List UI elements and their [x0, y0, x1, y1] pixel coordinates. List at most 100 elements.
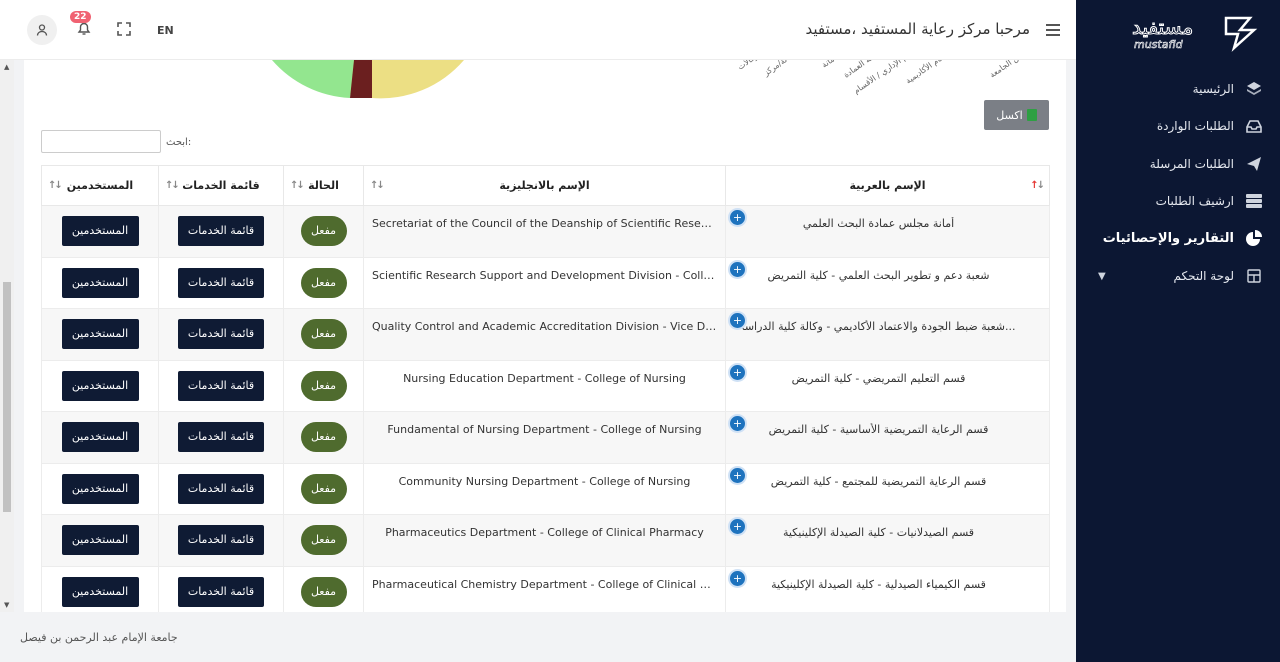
services-list-button[interactable]: قائمة الخدمات: [178, 576, 264, 607]
units-table: ↑↓ المستخدمين ↑↓ قائمة الخدمات ↑↓ الحالة ↑↓…: [41, 165, 1050, 612]
svg-text:مجلس الجامعة: مجلس الجامعة: [988, 60, 1034, 80]
sidebar-item-dashboard[interactable]: ▼ لوحة التحكم: [1076, 258, 1280, 296]
notification-badge: 22: [70, 11, 91, 23]
top-header: مرحبا مركز رعاية المستفيد ،مستفيد EN 22: [0, 0, 1076, 60]
user-avatar-button[interactable]: [27, 15, 57, 45]
expand-row-icon[interactable]: +: [730, 467, 745, 483]
sort-icon: ↑↓: [165, 180, 180, 191]
status-badge: مفعل: [300, 370, 347, 401]
column-header-status[interactable]: ↑↓ الحالة: [283, 165, 364, 206]
dashboard-icon: [1244, 266, 1264, 286]
expand-row-icon[interactable]: +: [730, 519, 745, 534]
users-button[interactable]: المستخدمين: [61, 525, 139, 556]
arabic-name-cell: قسم التعليم التمريضي - كلية التمريض: [791, 371, 966, 385]
scroll-down-icon[interactable]: ▼: [4, 601, 9, 609]
arabic-name-cell: قسم الصيدلانيات - كلية الصيدلة الإكلينيك…: [782, 526, 975, 540]
table-row: المستخدمين قائمة الخدمات مفعل Pharmaceut…: [41, 565, 1050, 612]
mustafid-logo[interactable]: مستفيد mustafid: [1130, 10, 1260, 54]
users-button[interactable]: المستخدمين: [61, 319, 139, 350]
scrollbar-thumb[interactable]: [3, 282, 11, 512]
expand-row-icon[interactable]: +: [730, 570, 745, 586]
services-list-button[interactable]: قائمة الخدمات: [178, 473, 264, 504]
excel-icon: [1026, 109, 1037, 121]
sidebar-item-incoming[interactable]: الطلبات الواردة: [1076, 108, 1280, 146]
english-name-cell: Quality Control and Academic Accreditati…: [372, 320, 717, 334]
status-badge: مفعل: [300, 422, 347, 453]
svg-text:أمانة: أمانة: [819, 60, 837, 70]
english-name-cell: Scientific Research Support and Developm…: [372, 268, 717, 282]
sidebar-item-archive[interactable]: ارشيف الطلبات: [1076, 183, 1280, 221]
users-button[interactable]: المستخدمين: [61, 422, 139, 453]
status-badge: مفعل: [300, 319, 347, 350]
table-row: المستخدمين قائمة الخدمات مفعل Fundamenta…: [41, 411, 1050, 464]
footer-university-name: جامعة الإمام عبد الرحمن بن فيصل: [20, 631, 178, 644]
table-row: المستخدمين قائمة الخدمات مفعل Nursing Ed…: [41, 359, 1050, 412]
sidebar-item-label: الرئيسية: [1192, 81, 1234, 96]
services-list-button[interactable]: قائمة الخدمات: [178, 422, 264, 453]
excel-export-button[interactable]: اكسل: [984, 100, 1049, 130]
services-list-button[interactable]: قائمة الخدمات: [178, 525, 264, 556]
pie-slice: [272, 60, 354, 98]
users-button[interactable]: المستخدمين: [61, 576, 139, 607]
svg-text:مستفيد: مستفيد: [1132, 15, 1193, 39]
svg-text:وكالات: وكالات: [736, 60, 759, 72]
sidebar-item-reports[interactable]: التقارير والإحصائيات: [1076, 220, 1280, 258]
sidebar-item-label: لوحة التحكم: [1173, 269, 1235, 284]
status-badge: مفعل: [300, 473, 347, 504]
expand-row-icon[interactable]: +: [730, 261, 745, 277]
send-icon: [1244, 154, 1264, 174]
scroll-up-icon[interactable]: ▲: [4, 63, 9, 71]
expand-row-icon[interactable]: +: [730, 416, 745, 431]
expand-row-icon[interactable]: +: [730, 364, 745, 380]
fullscreen-icon[interactable]: [117, 21, 131, 40]
column-header-arabic-name[interactable]: ↑↓ الإسم بالعربية: [725, 165, 1050, 206]
expand-row-icon[interactable]: +: [730, 210, 745, 225]
user-icon: [36, 24, 48, 36]
column-header-users[interactable]: ↑↓ المستخدمين: [41, 165, 159, 206]
arabic-name-cell: قسم الرعاية التمريضية للمجتمع - كلية الت…: [770, 474, 987, 488]
pie-chart-icon: [1244, 229, 1264, 249]
welcome-title: مرحبا مركز رعاية المستفيد ،مستفيد: [805, 20, 1030, 38]
bell-icon[interactable]: [76, 20, 92, 40]
sidebar-item-label: الطلبات المرسلة: [1149, 156, 1234, 171]
search-input[interactable]: [41, 130, 161, 153]
english-name-cell: Secretariat of the Council of the Deansh…: [372, 217, 717, 231]
services-list-button[interactable]: قائمة الخدمات: [178, 319, 264, 350]
english-name-cell: Community Nursing Department - College o…: [398, 474, 691, 488]
hamburger-menu-icon[interactable]: [1046, 21, 1060, 40]
sidebar-item-label: التقارير والإحصائيات: [1102, 231, 1234, 247]
search-label: ابحث:: [166, 137, 192, 148]
page-scrollbar[interactable]: ▲ ▼: [0, 60, 14, 612]
table-row: المستخدمين قائمة الخدمات مفعل Secretaria…: [41, 205, 1050, 258]
chevron-down-icon: ▼: [1098, 270, 1106, 282]
arabic-name-cell: أمانة مجلس عمادة البحث العلمي: [802, 217, 955, 231]
layers-icon: [1244, 79, 1264, 99]
sort-icon: ↑↓: [370, 180, 385, 191]
column-header-services[interactable]: ↑↓ قائمة الخدمات: [158, 165, 284, 206]
sidebar-item-label: ارشيف الطلبات: [1155, 194, 1234, 209]
arabic-name-cell: قسم الكيمياء الصيدلية - كلية الصيدلة الإ…: [771, 577, 986, 591]
status-badge: مفعل: [300, 216, 347, 247]
services-list-button[interactable]: قائمة الخدمات: [178, 216, 264, 247]
english-name-cell: Pharmaceutics Department - College of Cl…: [385, 526, 704, 540]
svg-text:الأقسام الأكاديمية: الأقسام الأكاديمية: [903, 60, 956, 86]
expand-row-icon[interactable]: +: [730, 313, 745, 328]
arabic-name-cell: شعبة ضبط الجودة والاعتماد الأكاديمي - وك…: [741, 320, 1016, 334]
status-badge: مفعل: [300, 267, 347, 298]
users-button[interactable]: المستخدمين: [61, 267, 139, 298]
column-header-english-name[interactable]: ↑↓ الإسم بالانجليزية: [363, 165, 726, 206]
sidebar-item-sent[interactable]: الطلبات المرسلة: [1076, 145, 1280, 183]
users-button[interactable]: المستخدمين: [61, 216, 139, 247]
services-list-button[interactable]: قائمة الخدمات: [178, 267, 264, 298]
sidebar-item-home[interactable]: الرئيسية: [1076, 70, 1280, 108]
services-list-button[interactable]: قائمة الخدمات: [178, 370, 264, 401]
language-toggle[interactable]: EN: [157, 24, 174, 37]
arabic-name-cell: قسم الرعاية التمريضية الأساسية - كلية ال…: [768, 423, 989, 437]
inbox-icon: [1244, 116, 1264, 136]
users-button[interactable]: المستخدمين: [61, 473, 139, 504]
table-row: المستخدمين قائمة الخدمات مفعل Pharmaceut…: [41, 514, 1050, 567]
users-button[interactable]: المستخدمين: [61, 370, 139, 401]
sidebar-nav: الرئيسية الطلبات الواردة الطلبات المرسلة…: [1076, 70, 1280, 295]
svg-text:mustafid: mustafid: [1134, 38, 1184, 51]
status-badge: مفعل: [300, 525, 347, 556]
